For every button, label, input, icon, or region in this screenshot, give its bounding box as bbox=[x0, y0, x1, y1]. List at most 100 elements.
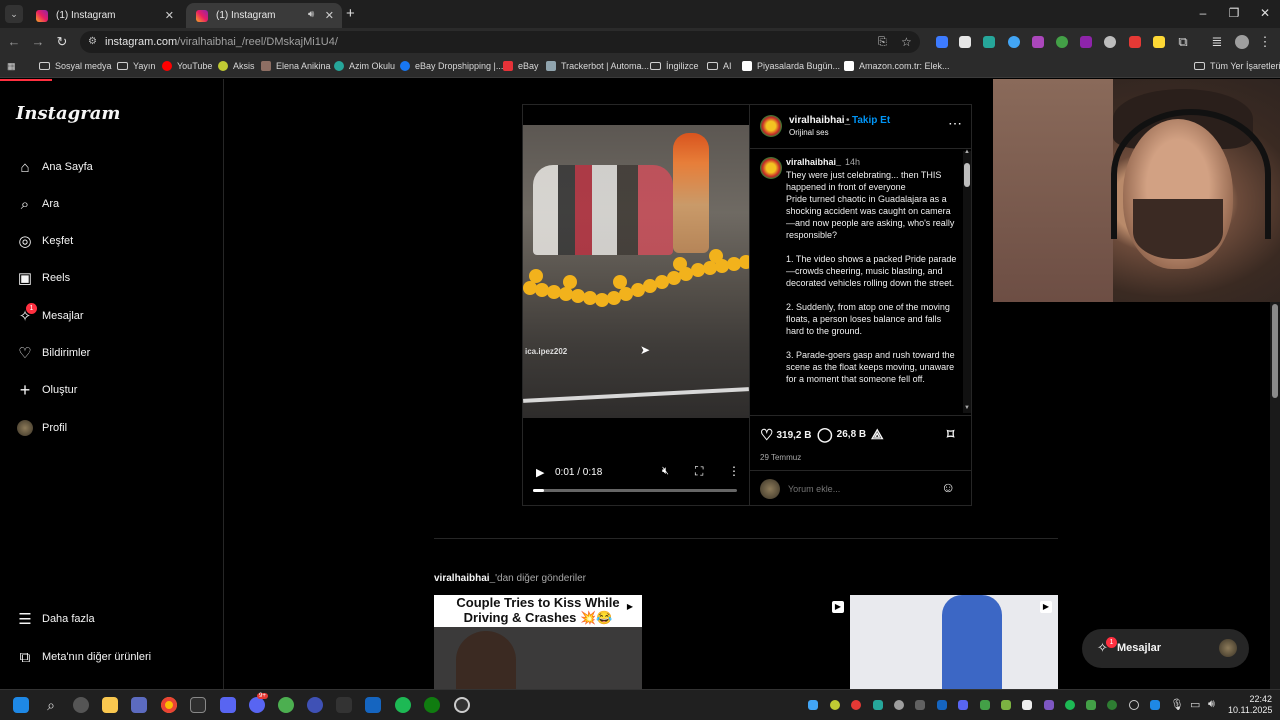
file-explorer-icon[interactable] bbox=[102, 697, 118, 713]
speaker-icon[interactable]: 🔊︎ bbox=[308, 9, 314, 20]
widgets-icon[interactable] bbox=[73, 697, 89, 713]
extension-icon[interactable] bbox=[1080, 36, 1092, 48]
page-scrollbar-thumb[interactable] bbox=[1272, 304, 1278, 398]
sidebar-item-messages[interactable]: ✧ 1 Mesajlar bbox=[16, 303, 84, 328]
tray-icon[interactable] bbox=[958, 700, 968, 710]
network-icon[interactable]: ▭ bbox=[1190, 698, 1200, 711]
sidebar-item-notifications[interactable]: ♡ Bildirimler bbox=[16, 341, 90, 365]
sidebar-meta-products[interactable]: ⧉ Meta'nın diğer ürünleri bbox=[16, 645, 151, 669]
reload-icon[interactable]: ↻ bbox=[53, 34, 71, 50]
close-window-button[interactable]: ✕ bbox=[1255, 6, 1275, 20]
spotify-icon[interactable] bbox=[395, 697, 411, 713]
extensions-puzzle-icon[interactable]: ⧉ bbox=[1174, 34, 1192, 50]
author-avatar[interactable] bbox=[760, 115, 782, 137]
discord-icon[interactable] bbox=[249, 697, 265, 713]
tray-icon[interactable] bbox=[915, 700, 925, 710]
bookmark-ebay-dropshipping[interactable]: eBay Dropshipping |... bbox=[400, 61, 503, 71]
sidebar-item-search[interactable]: ⌕ Ara bbox=[16, 192, 59, 216]
tray-icon[interactable] bbox=[1065, 700, 1075, 710]
microphone-icon[interactable]: 🎙︎ bbox=[1170, 698, 1184, 711]
more-post-thumbnail[interactable]: ▶ bbox=[850, 595, 1058, 689]
extension-icon[interactable] bbox=[983, 36, 995, 48]
page-scrollbar[interactable] bbox=[1270, 302, 1280, 689]
tray-icon[interactable] bbox=[1001, 700, 1011, 710]
restore-button[interactable]: ❐ bbox=[1224, 6, 1244, 20]
messages-pill[interactable]: ✧ 1 Mesajlar bbox=[1082, 629, 1249, 668]
bookmark-sosyal-medya[interactable]: Sosyal medya bbox=[39, 61, 112, 71]
video-progress-bar[interactable] bbox=[533, 489, 737, 492]
epic-games-icon[interactable] bbox=[336, 697, 352, 713]
obs-icon[interactable] bbox=[454, 697, 470, 713]
comment-button[interactable]: ◯ 26,8 B bbox=[817, 426, 866, 443]
author-username[interactable]: viralhaibhai_ bbox=[789, 115, 850, 126]
scroll-up-icon[interactable]: ▲ bbox=[964, 149, 970, 155]
fullscreen-icon[interactable]: ⛶ bbox=[695, 464, 703, 479]
tray-icon[interactable] bbox=[1129, 700, 1139, 710]
reel-video[interactable]: ica.ipez202 ➤ ▶ 0:01 / 0:18 🔇︎ ⛶ ⋮ bbox=[523, 105, 749, 505]
scroll-down-icon[interactable]: ▼ bbox=[964, 405, 970, 411]
all-bookmarks[interactable]: Tüm Yer İşaretleri bbox=[1194, 61, 1280, 71]
close-tab-icon[interactable]: ✕ bbox=[165, 9, 174, 22]
tray-icon[interactable] bbox=[873, 700, 883, 710]
taskbar-clock[interactable]: 22:42 10.11.2025 bbox=[1228, 694, 1272, 716]
bookmark-ebay[interactable]: eBay bbox=[503, 61, 539, 71]
audio-label[interactable]: Orijinal ses bbox=[789, 128, 829, 137]
like-button[interactable]: ♡ 319,2 B bbox=[760, 426, 811, 444]
address-bar[interactable]: ⚙ instagram.com/viralhaibhai_/reel/DMska… bbox=[80, 31, 920, 53]
extension-icon[interactable] bbox=[1104, 36, 1116, 48]
play-icon[interactable]: ▶ bbox=[536, 466, 544, 479]
tray-icon[interactable] bbox=[830, 700, 840, 710]
more-options-icon[interactable]: ⋯ bbox=[948, 115, 962, 132]
tray-icon[interactable] bbox=[808, 700, 818, 710]
caption-scrollbar[interactable]: ▲ ▼ bbox=[963, 149, 971, 413]
extension-icon[interactable] bbox=[959, 36, 971, 48]
bookmark-amazon[interactable]: Amazon.com.tr: Elek... bbox=[844, 61, 950, 71]
more-post-thumbnail[interactable]: Couple Tries to Kiss While Driving & Cra… bbox=[434, 595, 642, 689]
tray-icon[interactable] bbox=[1107, 700, 1117, 710]
tray-icon[interactable] bbox=[980, 700, 990, 710]
comment-input[interactable] bbox=[788, 481, 928, 497]
apps-grid-icon[interactable]: ▦ bbox=[7, 61, 16, 72]
browser-tab-1[interactable]: (1) Instagram ✕ bbox=[26, 3, 182, 28]
bookmark-trackerbot[interactable]: Trackerbot | Automa... bbox=[546, 61, 649, 71]
sidebar-item-explore[interactable]: ◎ Keşfet bbox=[16, 229, 73, 253]
sidebar-item-home[interactable]: ⌂ Ana Sayfa bbox=[16, 155, 92, 179]
sidebar-item-reels[interactable]: ▣ Reels bbox=[16, 266, 70, 290]
bookmark-yayin[interactable]: Yayın bbox=[117, 61, 155, 71]
profile-avatar[interactable] bbox=[1235, 35, 1249, 49]
extension-icon[interactable] bbox=[1153, 36, 1165, 48]
bookmark-ingilizce[interactable]: İngilizce bbox=[650, 61, 699, 71]
sidebar-more[interactable]: ☰ Daha fazla bbox=[16, 607, 94, 631]
video-options-icon[interactable]: ⋮ bbox=[728, 464, 740, 478]
sidebar-item-create[interactable]: + Oluştur bbox=[16, 378, 78, 402]
sidebar-item-profile[interactable]: Profil bbox=[16, 416, 67, 440]
install-app-icon[interactable]: ⎘ bbox=[878, 31, 887, 53]
bookmark-youtube[interactable]: YouTube bbox=[162, 61, 212, 71]
emoji-icon[interactable]: ☺ bbox=[941, 479, 955, 495]
bookmark-aksis[interactable]: Aksis bbox=[218, 61, 255, 71]
chrome-icon[interactable] bbox=[161, 697, 177, 713]
forward-icon[interactable]: → bbox=[29, 34, 47, 49]
tray-icon[interactable] bbox=[1086, 700, 1096, 710]
volume-icon[interactable]: 🔊︎ bbox=[1208, 698, 1215, 711]
bookmark-elena-anikina[interactable]: Elena Anikina bbox=[261, 61, 331, 71]
bookmark-ai[interactable]: AI bbox=[707, 61, 732, 71]
terminal-icon[interactable] bbox=[190, 697, 206, 713]
tab-search-button[interactable]: ⌄ bbox=[5, 5, 23, 23]
app-icon[interactable] bbox=[307, 697, 323, 713]
reading-list-icon[interactable]: ≣ bbox=[1208, 34, 1226, 50]
new-tab-button[interactable]: + bbox=[346, 5, 355, 22]
bookmark-azim-okulu[interactable]: Azim Okulu bbox=[334, 61, 395, 71]
app-icon[interactable] bbox=[278, 697, 294, 713]
browser-menu-icon[interactable]: ⋮ bbox=[1256, 34, 1274, 50]
tray-icon[interactable] bbox=[1022, 700, 1032, 710]
extension-icon[interactable] bbox=[1129, 36, 1141, 48]
mute-icon[interactable]: 🔇︎ bbox=[662, 465, 669, 478]
tray-icon[interactable] bbox=[851, 700, 861, 710]
site-info-icon[interactable]: ⚙ bbox=[88, 31, 97, 53]
scrollbar-thumb[interactable] bbox=[964, 163, 970, 187]
app-icon[interactable] bbox=[220, 697, 236, 713]
follow-button[interactable]: Takip Et bbox=[852, 115, 890, 126]
extension-icon[interactable] bbox=[1008, 36, 1020, 48]
steam-icon[interactable] bbox=[365, 697, 381, 713]
